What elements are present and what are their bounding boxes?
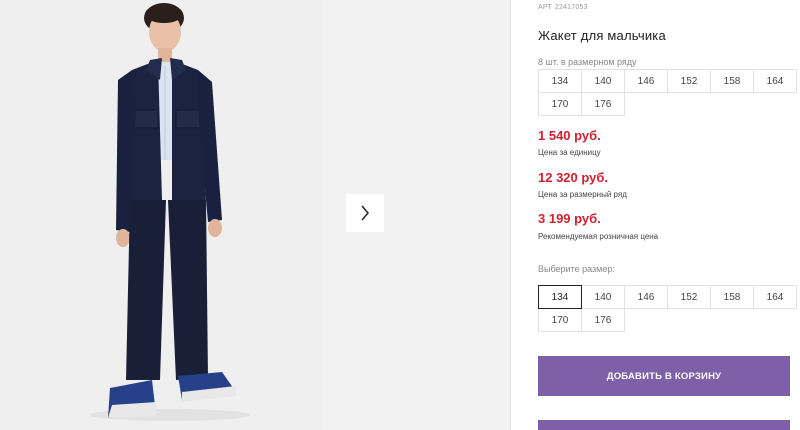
article-label: АРТ [538, 4, 552, 11]
product-photo [0, 0, 322, 430]
size-select-caption: Выберите размер: [538, 264, 615, 274]
size-range-grid: 134 140 146 152 158 164 170 176 [538, 69, 797, 116]
range-price: 12 320 руб. [538, 170, 609, 185]
retail-price: 3 199 руб. [538, 211, 601, 226]
boy-in-suit-image [0, 0, 322, 430]
product-info-panel: АРТ 22417053 Жакет для мальчика 8 шт. в р… [538, 0, 800, 430]
range-price-label: Цена за размерный ряд [538, 190, 627, 199]
size-range-caption: 8 шт. в размерном ряду [538, 57, 637, 67]
size-option-selected[interactable]: 134 [538, 285, 582, 309]
gallery-next-button[interactable] [346, 194, 384, 232]
size-range-cell: 134 [538, 69, 582, 93]
size-option[interactable]: 146 [624, 285, 668, 309]
size-range-cell: 146 [624, 69, 668, 93]
size-range-cell: 152 [667, 69, 711, 93]
size-option[interactable]: 158 [710, 285, 754, 309]
size-option[interactable]: 140 [581, 285, 625, 309]
unit-price-label: Цена за единицу [538, 148, 601, 157]
chevron-right-icon [361, 205, 369, 221]
article-number: 22417053 [554, 4, 588, 11]
size-range-cell: 164 [753, 69, 797, 93]
size-option[interactable]: 152 [667, 285, 711, 309]
unit-price: 1 540 руб. [538, 128, 601, 143]
product-title: Жакет для мальчика [538, 28, 666, 43]
size-range-cell: 170 [538, 92, 582, 116]
secondary-action-button[interactable] [538, 420, 790, 430]
size-range-cell: 140 [581, 69, 625, 93]
panel-divider [510, 0, 511, 430]
size-range-cell: 176 [581, 92, 625, 116]
size-select-grid: 134 140 146 152 158 164 170 176 [538, 285, 797, 332]
article-line: АРТ 22417053 [538, 4, 591, 11]
size-option[interactable]: 164 [753, 285, 797, 309]
size-option[interactable]: 170 [538, 308, 582, 332]
size-option[interactable]: 176 [581, 308, 625, 332]
add-to-cart-button[interactable]: ДОБАВИТЬ В КОРЗИНУ [538, 356, 790, 396]
retail-price-label: Рекомендуемая розничная цена [538, 232, 659, 241]
size-range-cell: 158 [710, 69, 754, 93]
